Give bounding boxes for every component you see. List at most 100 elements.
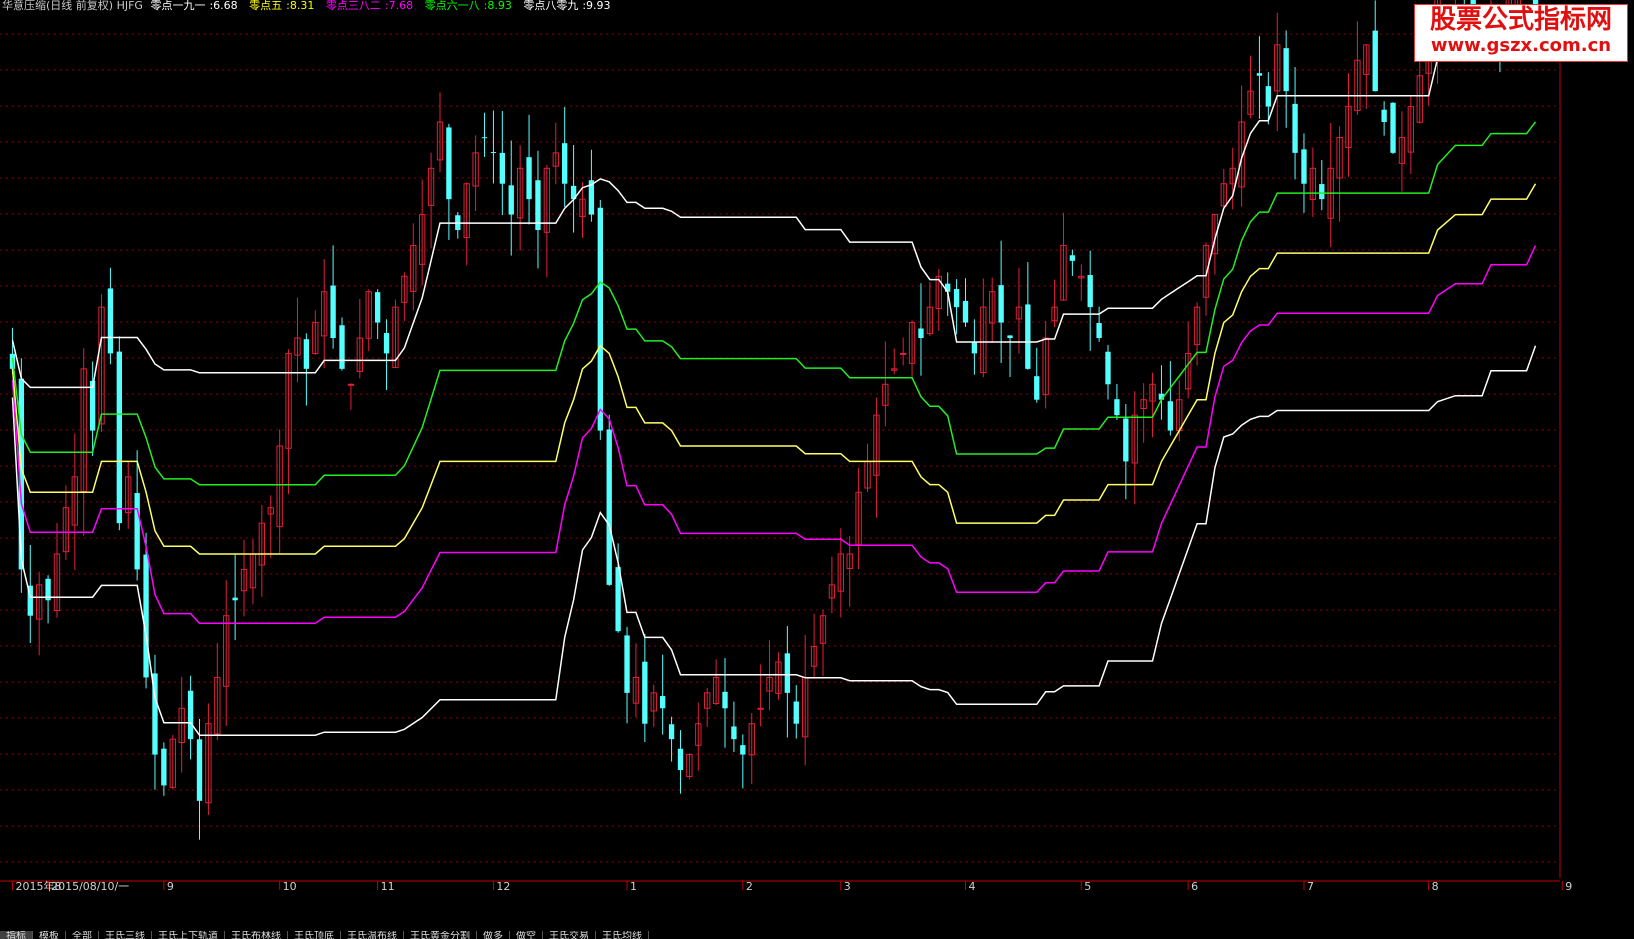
- candle-body: [232, 597, 238, 601]
- candle-body: [899, 352, 907, 355]
- candle-body: [330, 285, 336, 338]
- candle-body: [953, 289, 960, 308]
- candle-body: [339, 325, 345, 369]
- tab-all[interactable]: 全部: [66, 931, 99, 939]
- x-tick-label: 3: [844, 880, 851, 893]
- candle-body: [1319, 184, 1325, 200]
- x-tick-label: 12: [496, 880, 510, 893]
- candle-body: [490, 152, 497, 154]
- candle-body: [196, 739, 203, 801]
- candle-body: [347, 383, 355, 386]
- candle-body: [1007, 335, 1013, 338]
- candle-body: [508, 185, 514, 215]
- tab-temp-bands[interactable]: 王氏温布线: [341, 931, 404, 939]
- tab-moving-average[interactable]: 王氏均线: [596, 931, 649, 939]
- tab-indicators[interactable]: 指标: [0, 931, 33, 939]
- candle-body: [374, 292, 381, 323]
- candle-body: [499, 152, 506, 184]
- tab-channel[interactable]: 王氏上下轨道: [152, 931, 225, 939]
- x-tick-label: 5: [1084, 880, 1091, 893]
- tab-top-bottom[interactable]: 王氏顶底: [288, 931, 341, 939]
- candle-body: [383, 332, 390, 354]
- candle-body: [677, 748, 684, 770]
- candle-body: [1292, 103, 1298, 153]
- candle-body: [624, 635, 630, 693]
- indicator-382: 零点三八二:7.68: [325, 0, 414, 12]
- candle-body: [116, 351, 123, 524]
- tab-templates[interactable]: 模板: [33, 931, 66, 939]
- candle-body: [1069, 255, 1076, 261]
- candle-body: [606, 429, 612, 585]
- watermark-title: 股票公式指标网: [1429, 5, 1612, 35]
- candle-body: [1123, 418, 1129, 462]
- candle-body: [1114, 399, 1120, 416]
- candle-body: [1256, 73, 1263, 76]
- x-tick-label: 1: [630, 880, 637, 893]
- candle-body: [446, 127, 452, 200]
- indicator-191: 零点一九一:6.68: [150, 0, 238, 12]
- candle-body: [1390, 102, 1396, 153]
- candle-body: [722, 691, 728, 709]
- tab-three-lines[interactable]: 王氏三线: [99, 931, 152, 939]
- fib-level-lines: [11, 20, 1537, 736]
- tab-long[interactable]: 做多: [477, 931, 510, 939]
- candle-body: [1381, 109, 1387, 122]
- candle-body: [784, 653, 791, 693]
- x-tick-label: 11: [381, 880, 395, 893]
- candle-body: [107, 288, 114, 354]
- candle-body: [793, 701, 799, 724]
- candle-body: [134, 493, 140, 570]
- x-tick-label: 7: [1307, 880, 1314, 893]
- x-tick-label: 6: [1191, 880, 1198, 893]
- candle-body: [659, 696, 666, 709]
- x-tick-label: 9: [167, 880, 174, 893]
- indicator-500: 零点五:8.31: [249, 0, 315, 12]
- chart-title: 华意压缩(日线 前复权) HJFG: [2, 0, 143, 12]
- x-tick-label: 10: [283, 880, 297, 893]
- x-tick-label: 2: [746, 880, 753, 893]
- candle-body: [757, 707, 764, 710]
- tab-golden-ratio[interactable]: 王氏黄金分割: [404, 931, 477, 939]
- x-axis: 2015年82015/08/10/一 9 10 11 12 1 2 3 4 5 6 7 8 9: [0, 879, 1572, 893]
- candle-body: [1301, 149, 1307, 184]
- indicator-809: 零点八零九:9.93: [523, 0, 611, 12]
- candle-body: [962, 300, 969, 323]
- candle-body: [526, 157, 532, 200]
- candle-body: [1025, 304, 1031, 369]
- candle-body: [971, 341, 978, 354]
- x-tick-label: 8: [1432, 880, 1439, 893]
- candle-body: [303, 339, 310, 369]
- candle-body: [562, 143, 568, 184]
- x-tick-label: 9: [1565, 880, 1572, 893]
- tab-trade[interactable]: 王氏交易: [543, 931, 596, 939]
- tab-short[interactable]: 做空: [510, 931, 543, 939]
- candle-body: [1283, 48, 1289, 92]
- candle-body: [731, 726, 737, 740]
- x-tick-label: 4: [969, 880, 976, 893]
- formula-tab-bar: 指标 模板 全部 王氏三线 王氏上下轨道 王氏布林线 王氏顶底 王氏温布线 王氏黄金分割 做多 做空…: [0, 931, 1634, 939]
- candle-body: [597, 207, 603, 431]
- candle-body: [1167, 401, 1174, 431]
- candle-body: [668, 724, 675, 740]
- tab-bollinger[interactable]: 王氏布林线: [225, 931, 288, 939]
- candles: [9, 0, 1539, 840]
- candle-body: [1105, 351, 1111, 385]
- fib-level-0.382: [11, 245, 1537, 624]
- candlestick-chart: 2015年82015/08/10/一 9 10 11 12 1 2 3 4 5 6 7 8 9: [0, 0, 1572, 893]
- candle-body: [1034, 376, 1040, 400]
- watermark-url: www.gszx.com.cn: [1430, 35, 1612, 56]
- fib-level-0.809: [11, 20, 1536, 389]
- site-watermark: 股票公式指标网 www.gszx.com.cn: [1414, 4, 1628, 62]
- candle-body: [1087, 275, 1093, 308]
- indicator-header: 华意压缩(日线 前复权) HJFG 零点一九一:6.68 零点五:8.31 零点…: [2, 0, 619, 14]
- candle-body: [481, 137, 488, 139]
- candle-body: [998, 285, 1004, 323]
- candle-body: [918, 328, 924, 338]
- candle-body: [1372, 30, 1378, 92]
- fib-level-0.5: [11, 183, 1537, 555]
- candle-body: [161, 748, 167, 786]
- candle-body: [1265, 86, 1272, 107]
- candle-body: [143, 554, 149, 678]
- indicator-618: 零点六一八:8.93: [424, 0, 512, 12]
- candle-body: [89, 380, 96, 431]
